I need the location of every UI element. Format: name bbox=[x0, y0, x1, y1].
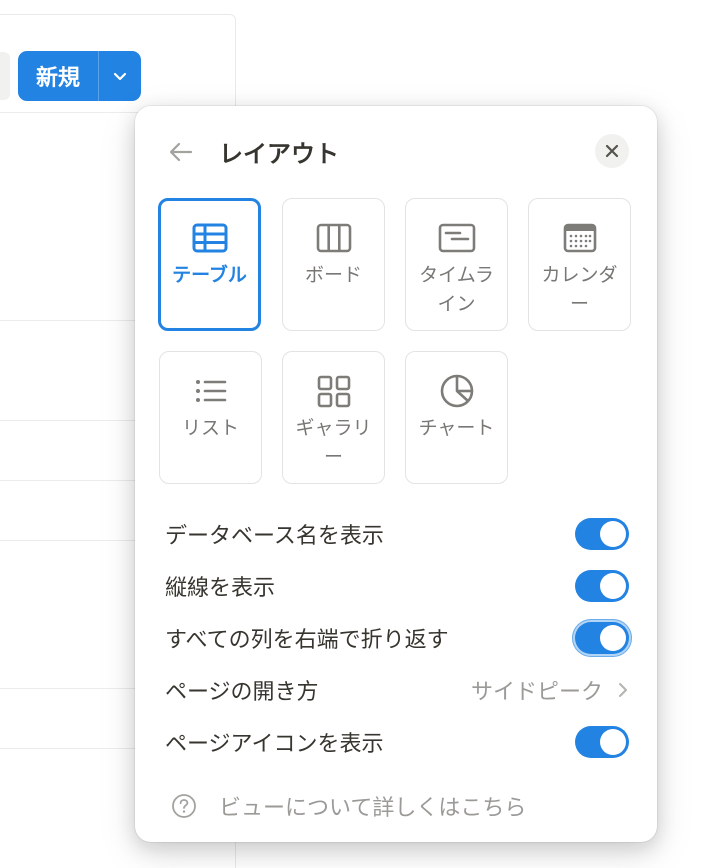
learn-about-views-link[interactable]: ビューについて詳しくはこちら bbox=[171, 790, 526, 822]
setting-open-pages-in[interactable]: ページの開き方 サイドピーク bbox=[165, 668, 629, 712]
show-database-title-toggle[interactable] bbox=[575, 518, 629, 550]
setting-show-vertical-lines: 縦線を表示 bbox=[165, 564, 629, 608]
layout-option-label: テーブル bbox=[172, 264, 247, 286]
layout-option-chart[interactable]: チャート bbox=[405, 351, 508, 484]
layout-option-label: リスト bbox=[181, 417, 239, 439]
setting-label: ページの開き方 bbox=[165, 680, 319, 705]
show-vertical-lines-toggle[interactable] bbox=[575, 570, 629, 602]
toolbar-button-partial[interactable] bbox=[0, 52, 10, 100]
close-icon bbox=[605, 144, 619, 158]
setting-label: すべての列を右端で折り返す bbox=[165, 628, 449, 653]
setting-show-page-icon: ページアイコンを表示 bbox=[165, 720, 629, 764]
help-link-label: ビューについて詳しくはこちら bbox=[219, 796, 527, 821]
screen: 新規 レイアウト テーブル ボード タイムライン カレンダー リスト ギャラリー… bbox=[0, 0, 728, 868]
table-icon bbox=[192, 223, 227, 253]
open-pages-in-select[interactable]: サイドピーク bbox=[471, 674, 629, 706]
chevron-right-icon bbox=[619, 683, 627, 697]
chevron-down-icon bbox=[113, 72, 127, 81]
show-page-icon-toggle[interactable] bbox=[575, 726, 629, 758]
new-dropdown-button[interactable] bbox=[99, 51, 141, 101]
calendar-icon bbox=[563, 223, 596, 253]
layout-option-timeline[interactable]: タイムライン bbox=[405, 198, 508, 331]
layout-popover: レイアウト テーブル ボード タイムライン カレンダー リスト ギャラリー チャ… bbox=[135, 106, 657, 842]
setting-wrap-all-columns: すべての列を右端で折り返す bbox=[165, 616, 632, 660]
layout-option-board[interactable]: ボード bbox=[282, 198, 385, 331]
timeline-icon bbox=[438, 223, 475, 253]
arrow-left-icon[interactable] bbox=[167, 138, 195, 166]
gallery-icon bbox=[317, 375, 350, 408]
new-button-group: 新規 bbox=[18, 51, 141, 101]
toggle-knob bbox=[600, 625, 626, 651]
popover-title: レイアウト bbox=[219, 140, 339, 168]
layout-option-gallery[interactable]: ギャラリー bbox=[282, 351, 385, 484]
toggle-knob bbox=[600, 573, 626, 599]
layout-option-label: チャート bbox=[418, 417, 495, 439]
setting-label: 縦線を表示 bbox=[165, 576, 276, 601]
list-icon bbox=[195, 380, 226, 402]
setting-show-database-title: データベース名を表示 bbox=[165, 512, 629, 556]
layout-option-label: タイムライン bbox=[419, 264, 494, 315]
setting-label: ページアイコンを表示 bbox=[165, 732, 384, 757]
close-button[interactable] bbox=[595, 134, 629, 168]
help-circle-icon bbox=[172, 794, 196, 818]
popover-header: レイアウト bbox=[135, 106, 657, 196]
layout-option-list[interactable]: リスト bbox=[159, 351, 262, 484]
new-button[interactable]: 新規 bbox=[18, 51, 98, 101]
board-icon bbox=[316, 223, 351, 253]
setting-label: データベース名を表示 bbox=[165, 524, 384, 549]
open-pages-in-value: サイドピーク bbox=[470, 680, 603, 705]
toggle-knob bbox=[600, 729, 626, 755]
toggle-knob bbox=[600, 521, 626, 547]
layout-option-calendar[interactable]: カレンダー bbox=[528, 198, 631, 331]
layout-option-label: ボード bbox=[304, 264, 362, 286]
chart-icon bbox=[440, 374, 473, 408]
layout-option-label: カレンダー bbox=[541, 264, 618, 315]
wrap-all-columns-toggle[interactable] bbox=[572, 619, 632, 657]
layout-option-label: ギャラリー bbox=[295, 417, 372, 468]
layout-option-table[interactable]: テーブル bbox=[158, 198, 261, 331]
